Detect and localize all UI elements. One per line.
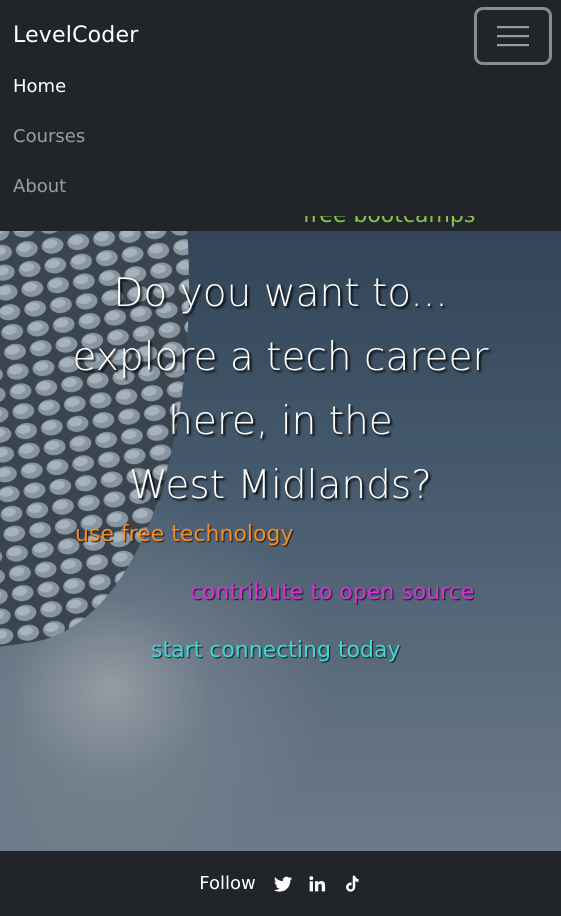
nav-link-home[interactable]: Home bbox=[13, 76, 66, 97]
tiktok-icon[interactable] bbox=[340, 873, 362, 895]
headline-line-4: West Midlands? bbox=[129, 463, 432, 508]
headline-line-3: here, in the bbox=[168, 399, 393, 444]
headline-line-1: Do you want to... bbox=[113, 271, 448, 316]
footer: Follow bbox=[0, 851, 561, 916]
tagline-start-connecting: start connecting today bbox=[151, 638, 401, 663]
linkedin-icon[interactable] bbox=[306, 873, 328, 895]
tagline-open-source: contribute to open source bbox=[190, 580, 475, 605]
twitter-icon[interactable] bbox=[272, 873, 294, 895]
hero-headline: Do you want to... explore a tech career … bbox=[0, 262, 561, 518]
tagline-free-technology: use free technology bbox=[75, 522, 294, 547]
partially-hidden-tagline: free bootcamps bbox=[303, 216, 475, 231]
headline-line-2: explore a tech career bbox=[72, 335, 489, 380]
nav-link-courses[interactable]: Courses bbox=[13, 126, 85, 147]
hamburger-menu-icon bbox=[497, 26, 529, 47]
brand-logo-text[interactable]: LevelCoder bbox=[13, 23, 138, 48]
navbar-toggle-button[interactable] bbox=[474, 7, 552, 65]
follow-label: Follow bbox=[199, 873, 256, 894]
nav-link-about[interactable]: About bbox=[13, 176, 66, 197]
navbar: LevelCoder Home Courses About bbox=[0, 0, 561, 231]
